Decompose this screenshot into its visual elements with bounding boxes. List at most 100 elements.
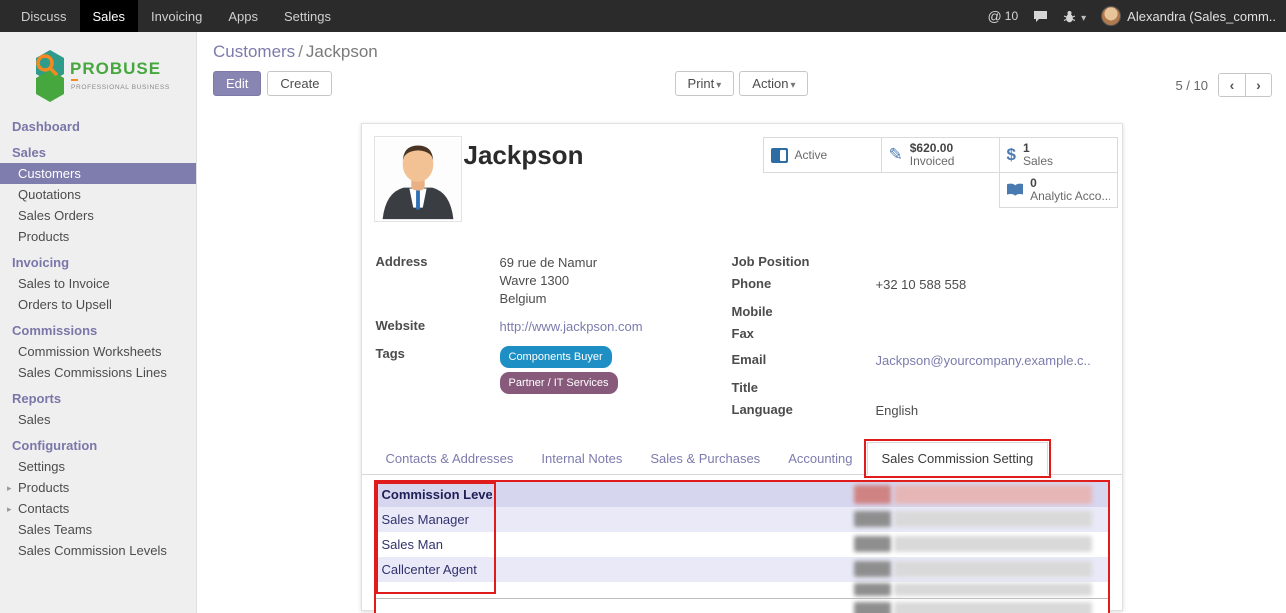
sidebar-heading-commissions[interactable]: Commissions [0, 318, 196, 341]
tab-accounting[interactable]: Accounting [774, 443, 866, 474]
sidebar-item-orders-to-upsell[interactable]: Orders to Upsell [0, 294, 196, 315]
create-button[interactable]: Create [267, 71, 332, 96]
book-icon [1007, 183, 1024, 197]
pager-count: 5 / 10 [1175, 78, 1208, 93]
logo-subtitle: PROFESSIONAL BUSINESS [71, 84, 170, 91]
redacted-header-cells [854, 485, 1092, 504]
sidebar-item-products[interactable]: Products [0, 226, 196, 247]
customer-name-title: Jackpson [464, 140, 584, 171]
caret-down-icon [1079, 9, 1086, 24]
redacted-footer-cells [854, 602, 1092, 613]
sales-count-label: Sales [1023, 155, 1053, 168]
pager-next-button[interactable] [1245, 74, 1271, 96]
sidebar-heading-dashboard[interactable]: Dashboard [0, 114, 196, 137]
menu-invoicing[interactable]: Invoicing [138, 0, 215, 32]
messages-button[interactable] [1033, 10, 1048, 23]
address-label: Address [376, 254, 500, 308]
analytic-accounts-stat-button[interactable]: 0 Analytic Acco... [999, 172, 1118, 208]
redacted-cells [854, 561, 1092, 577]
topbar: Discuss Sales Invoicing Apps Settings 10… [0, 0, 1286, 32]
screen: Discuss Sales Invoicing Apps Settings 10… [0, 0, 1286, 613]
expand-caret-icon[interactable] [7, 481, 12, 496]
analytic-count-label: Analytic Acco... [1030, 190, 1109, 203]
sidebar-heading-invoicing[interactable]: Invoicing [0, 250, 196, 273]
sidebar-item-sales-commissions-lines[interactable]: Sales Commissions Lines [0, 362, 196, 383]
action-dropdown-button[interactable]: Action [739, 71, 808, 96]
debug-menu-button[interactable] [1063, 9, 1086, 24]
pager-previous-button[interactable] [1219, 74, 1245, 96]
email-link[interactable]: Jackpson@yourcompany.example.c.. [876, 352, 1091, 370]
email-label: Email [732, 352, 876, 370]
sidebar-item-reports-sales[interactable]: Sales [0, 409, 196, 430]
tab-contacts-addresses[interactable]: Contacts & Addresses [372, 443, 528, 474]
language-value[interactable]: English [876, 402, 919, 420]
menu-sales[interactable]: Sales [80, 0, 139, 32]
fax-label: Fax [732, 326, 876, 342]
phone-label: Phone [732, 276, 876, 294]
sidebar-item-config-products[interactable]: Products [0, 477, 196, 498]
menu-discuss[interactable]: Discuss [8, 0, 80, 32]
edit-button[interactable]: Edit [213, 71, 261, 96]
sidebar-item-quotations[interactable]: Quotations [0, 184, 196, 205]
menu-apps[interactable]: Apps [215, 0, 271, 32]
active-toggle-button[interactable]: Active [763, 137, 882, 173]
notebook-tabs: Contacts & Addresses Internal Notes Sale… [362, 442, 1122, 475]
tag-badge-components-buyer[interactable]: Components Buyer [500, 346, 612, 368]
sidebar-item-commission-worksheets[interactable]: Commission Worksheets [0, 341, 196, 362]
sidebar-item-label: Contacts [18, 501, 69, 516]
sales-stat-button[interactable]: 1 Sales [999, 137, 1118, 173]
sidebar-item-customers[interactable]: Customers [0, 163, 196, 184]
stat-button-group: Active $620.00 Invoiced 1 Sales [760, 138, 1118, 208]
menu-settings[interactable]: Settings [271, 0, 344, 32]
pencil-icon [889, 145, 903, 165]
tab-sales-commission-setting[interactable]: Sales Commission Setting [867, 442, 1049, 475]
sidebar-item-sales-teams[interactable]: Sales Teams [0, 519, 196, 540]
address-value[interactable]: 69 rue de Namur Wavre 1300 Belgium [500, 254, 598, 308]
table-row[interactable]: Sales Man [376, 532, 1108, 557]
tab-sales-purchases[interactable]: Sales & Purchases [636, 443, 774, 474]
caret-down-icon [714, 76, 721, 91]
expand-caret-icon[interactable] [7, 502, 12, 517]
sheet-header: Jackpson Active $620.00 Invoiced [362, 124, 1122, 242]
website-link[interactable]: http://www.jackpson.com [500, 318, 643, 336]
user-name: Alexandra (Sales_comm.. [1127, 9, 1276, 24]
form-fields: Address 69 rue de Namur Wavre 1300 Belgi… [362, 254, 1122, 426]
breadcrumb-customers-link[interactable]: Customers [213, 42, 295, 61]
table-row[interactable]: Callcenter Agent [376, 557, 1108, 582]
tab-internal-notes[interactable]: Internal Notes [527, 443, 636, 474]
redacted-cells [854, 536, 1092, 552]
title-label: Title [732, 380, 876, 396]
invoiced-stat-button[interactable]: $620.00 Invoiced [881, 137, 1000, 173]
sidebar-heading-configuration[interactable]: Configuration [0, 433, 196, 456]
sidebar-heading-sales[interactable]: Sales [0, 140, 196, 163]
print-label: Print [688, 76, 715, 91]
sidebar-item-sales-to-invoice[interactable]: Sales to Invoice [0, 273, 196, 294]
table-footer-row [376, 598, 1108, 613]
invoiced-label: Invoiced [910, 155, 955, 168]
customer-photo[interactable] [374, 136, 462, 222]
sidebar-item-sales-commission-levels[interactable]: Sales Commission Levels [0, 540, 196, 561]
sidebar-item-settings[interactable]: Settings [0, 456, 196, 477]
phone-value[interactable]: +32 10 588 558 [876, 276, 967, 294]
commission-level-column-header[interactable]: Commission Level [376, 487, 492, 502]
tags-value: Components Buyer Partner / IT Services [500, 346, 618, 394]
sidebar-heading-reports[interactable]: Reports [0, 386, 196, 409]
mentions-button[interactable]: 10 [988, 8, 1019, 24]
control-panel-buttons: Edit Create Print Action 5 / 10 [197, 69, 1286, 105]
sidebar-item-sales-orders[interactable]: Sales Orders [0, 205, 196, 226]
redacted-cells [854, 511, 1092, 527]
user-menu[interactable]: Alexandra (Sales_comm.. [1101, 6, 1276, 26]
chat-bubble-icon [1033, 10, 1048, 23]
active-label: Active [795, 148, 828, 162]
sidebar-item-config-contacts[interactable]: Contacts [0, 498, 196, 519]
breadcrumb-current: Jackpson [306, 42, 378, 61]
tag-badge-partner-it-services[interactable]: Partner / IT Services [500, 372, 618, 394]
commission-table-annotation-box: Commission Level Sales Manager Sales Man… [374, 480, 1110, 613]
commission-level-cell: Sales Manager [376, 512, 492, 527]
breadcrumb-separator: / [295, 42, 306, 61]
table-row-empty[interactable] [376, 582, 1108, 598]
print-dropdown-button[interactable]: Print [675, 71, 735, 96]
mention-count: 10 [1005, 9, 1018, 23]
table-row[interactable]: Sales Manager [376, 507, 1108, 532]
mobile-label: Mobile [732, 304, 876, 320]
